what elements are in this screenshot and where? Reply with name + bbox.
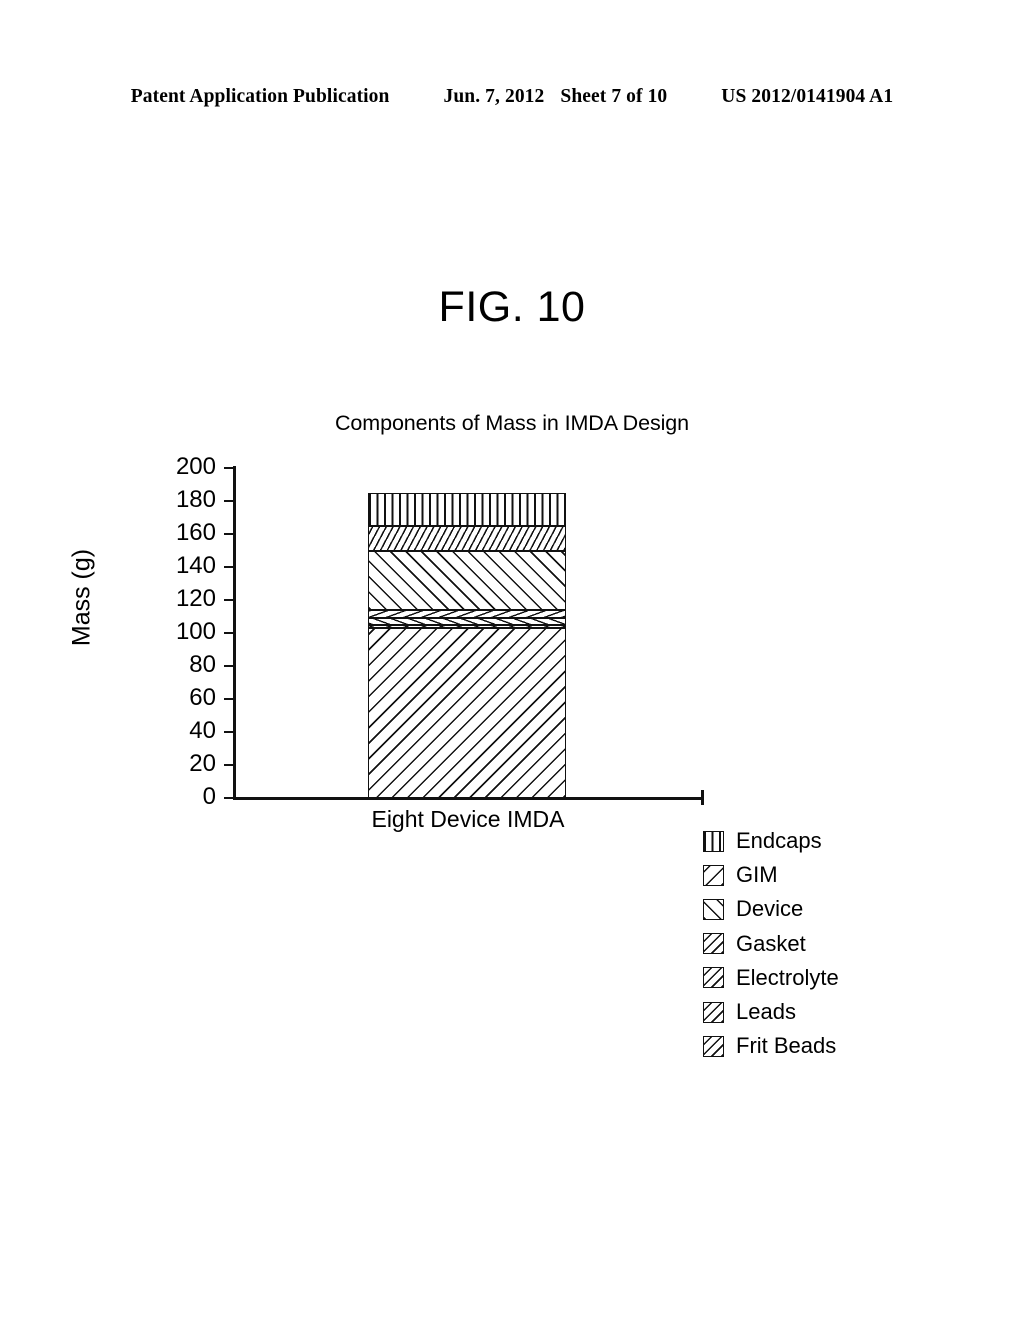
legend-swatch-icon — [703, 830, 724, 852]
legend-item-gim: GIM — [703, 858, 839, 892]
patent-figure-page: Patent Application Publication Jun. 7, 2… — [0, 0, 1024, 1320]
legend-swatch-icon — [703, 1001, 724, 1023]
y-axis-tick — [224, 730, 233, 734]
y-axis-tick — [224, 565, 233, 569]
y-axis-tick — [224, 796, 233, 800]
y-axis-tick-label: 140 — [175, 552, 216, 579]
legend-label: Device — [736, 896, 804, 922]
y-axis-line — [233, 466, 236, 800]
stacked-bar-eight-device-imda — [368, 468, 566, 798]
y-axis-tick-label: 60 — [189, 684, 216, 711]
y-axis-tick-label: 80 — [189, 651, 216, 678]
y-axis-tick-label: 20 — [189, 750, 216, 777]
y-axis-tick — [224, 598, 233, 602]
y-axis-tick-label: 180 — [175, 486, 216, 513]
y-axis-tick — [224, 631, 233, 635]
legend-swatch-icon — [703, 864, 724, 886]
y-axis-tick — [224, 697, 233, 701]
y-axis-tick — [224, 532, 233, 536]
legend-label: Leads — [736, 999, 796, 1025]
legend-label: Frit Beads — [736, 1033, 837, 1059]
y-axis-tick-label: 100 — [175, 618, 216, 645]
legend-item-electrolyte: Electrolyte — [703, 961, 839, 995]
legend-label: Endcaps — [736, 828, 822, 854]
legend-item-frit-beads: Frit Beads — [703, 1029, 839, 1063]
legend-item-device: Device — [703, 892, 839, 926]
legend-swatch-icon — [703, 967, 724, 989]
bar-segment-gim — [368, 525, 566, 551]
bar-segment-gasket — [368, 609, 566, 619]
x-axis-category-label: Eight Device IMDA — [371, 806, 565, 832]
legend-label: Gasket — [736, 930, 806, 956]
legend-item-gasket: Gasket — [703, 927, 839, 961]
y-axis-tick-label: 40 — [189, 717, 216, 744]
legend-label: GIM — [736, 862, 778, 888]
chart-legend: Endcaps GIM Device Gasket Electrolyte Leads Fr… — [703, 824, 839, 1063]
legend-item-leads: Leads — [703, 995, 839, 1029]
legend-item-endcaps: Endcaps — [703, 824, 839, 858]
y-axis-tick-label: 160 — [175, 519, 216, 546]
y-axis-tick-label: 200 — [175, 453, 216, 480]
y-axis-tick — [224, 466, 233, 470]
y-axis-tick-label: 120 — [175, 585, 216, 612]
y-axis-tick — [224, 499, 233, 503]
chart-title: Components of Mass in IMDA Design — [335, 411, 689, 435]
y-axis-title: Mass (g) — [67, 548, 96, 647]
legend-label: Electrolyte — [736, 964, 839, 990]
y-axis-tick — [224, 664, 233, 668]
bar-segment-device — [368, 550, 566, 610]
y-axis-tick-label: 0 — [202, 783, 216, 810]
y-axis-tick — [224, 763, 233, 767]
legend-swatch-icon — [703, 933, 724, 955]
bar-segment-endcaps — [368, 492, 566, 526]
bar-segment-electrolyte — [368, 618, 566, 625]
bar-segment-frit-beads — [368, 628, 566, 798]
bar-chart: Components of Mass in IMDA Design Mass (… — [0, 0, 1024, 1320]
legend-swatch-icon — [703, 1035, 724, 1057]
legend-swatch-icon — [703, 898, 724, 920]
x-axis-end-tick — [701, 790, 704, 805]
